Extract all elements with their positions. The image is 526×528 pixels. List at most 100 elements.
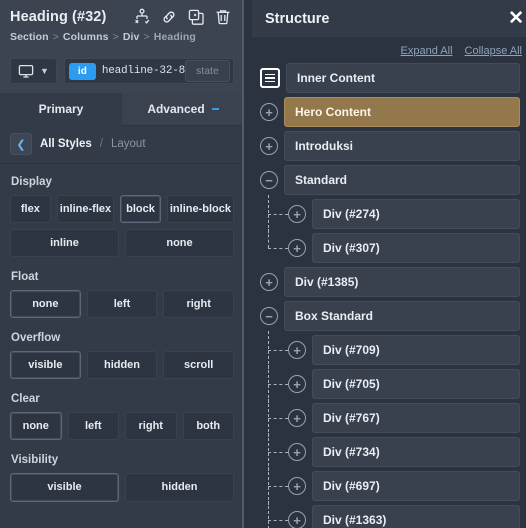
- tree-row-div-767[interactable]: + Div (#767): [252, 399, 526, 437]
- group-visibility-label: Visibility: [11, 454, 59, 467]
- tree-item-label[interactable]: Div (#274): [312, 199, 520, 229]
- tree-row-inner-content[interactable]: Inner Content: [252, 63, 526, 93]
- option-float-none[interactable]: none: [10, 290, 81, 319]
- group-clear-label: Clear: [11, 393, 40, 406]
- panel-header-actions: [133, 8, 234, 26]
- tree-item-label[interactable]: Div (#1385): [284, 267, 520, 297]
- tree-item-label[interactable]: Div (#705): [312, 369, 520, 399]
- structure-title: Structure: [265, 10, 330, 27]
- list-icon: [260, 68, 280, 88]
- option-display-none[interactable]: none: [125, 229, 234, 258]
- tree-item-label[interactable]: Inner Content: [286, 63, 520, 93]
- option-display-inline-block[interactable]: inline-block: [166, 195, 234, 224]
- option-clear-both[interactable]: both: [182, 412, 234, 441]
- tree-item-label[interactable]: Div (#709): [312, 335, 520, 365]
- expand-plus-icon[interactable]: +: [260, 137, 278, 155]
- tree-row-div-705[interactable]: + Div (#705): [252, 365, 526, 403]
- app-root: Heading (#32) Section > Columns > Div > …: [0, 0, 526, 528]
- tree-item-label[interactable]: Div (#734): [312, 437, 520, 467]
- styles-breadcrumb-current: Layout: [110, 138, 146, 150]
- tree-row-div-274[interactable]: + Div (#274): [252, 195, 526, 233]
- expand-all-button[interactable]: Expand All: [401, 45, 453, 57]
- option-clear-left[interactable]: left: [67, 412, 119, 441]
- option-overflow-scroll[interactable]: scroll: [163, 351, 235, 380]
- group-float: Float none left right: [10, 271, 235, 319]
- option-clear-right[interactable]: right: [125, 412, 177, 441]
- panel-title-row: Heading (#32): [10, 8, 234, 26]
- option-display-flex[interactable]: flex: [10, 195, 51, 224]
- breadcrumb-item-2[interactable]: Div: [123, 31, 140, 43]
- option-display-block[interactable]: block: [120, 195, 161, 224]
- chevron-down-icon: ▼: [40, 65, 49, 76]
- tree-guide: [252, 229, 300, 263]
- breadcrumb[interactable]: Section > Columns > Div > Heading: [10, 31, 234, 43]
- breadcrumb-separator: >: [112, 31, 119, 43]
- close-icon[interactable]: ✕: [504, 9, 526, 28]
- tab-primary[interactable]: Primary: [0, 93, 122, 126]
- tree-row-div-709[interactable]: + Div (#709): [252, 331, 526, 369]
- duplicate-icon[interactable]: [187, 8, 205, 26]
- tree-row-div-1363[interactable]: + Div (#1363): [252, 501, 526, 528]
- option-row: none left right both: [10, 412, 234, 441]
- option-clear-none[interactable]: none: [10, 412, 62, 441]
- link-icon[interactable]: [160, 8, 178, 26]
- group-overflow-label: Overflow: [11, 332, 61, 345]
- tree-row-div-734[interactable]: + Div (#734): [252, 433, 526, 471]
- tree-row-box-standard[interactable]: − Box Standard: [252, 301, 526, 331]
- left-panel-scrollbar[interactable]: [242, 0, 244, 528]
- option-float-left[interactable]: left: [86, 290, 158, 319]
- device-selector[interactable]: ▼: [10, 58, 57, 84]
- breadcrumb-separator: >: [143, 31, 150, 43]
- option-visibility-visible[interactable]: visible: [10, 473, 119, 502]
- breadcrumb-separator: >: [52, 31, 59, 43]
- tree-row-div-307[interactable]: + Div (#307): [252, 229, 526, 263]
- collapse-all-button[interactable]: Collapse All: [465, 45, 522, 57]
- option-overflow-visible[interactable]: visible: [10, 351, 81, 380]
- tree-item-label[interactable]: Div (#307): [312, 233, 520, 263]
- trash-icon[interactable]: [214, 8, 232, 26]
- styles-breadcrumb-row: ❮ All Styles / Layout: [0, 126, 244, 164]
- option-display-inline[interactable]: inline: [10, 229, 119, 258]
- hierarchy-icon[interactable]: [133, 8, 151, 26]
- collapse-minus-icon[interactable]: −: [260, 171, 278, 189]
- tree-row-div-697[interactable]: + Div (#697): [252, 467, 526, 505]
- option-float-right[interactable]: right: [163, 290, 235, 319]
- tree-item-label[interactable]: Box Standard: [284, 301, 520, 331]
- tab-advanced[interactable]: Advanced: [122, 93, 244, 126]
- group-overflow: Overflow visible hidden scroll: [10, 332, 235, 380]
- element-id-value[interactable]: headline-32-8: [102, 65, 185, 77]
- tree-item-label[interactable]: Standard: [284, 165, 520, 195]
- tree-guide: [252, 467, 300, 505]
- panel-divider: [244, 0, 252, 528]
- expand-plus-icon[interactable]: +: [260, 103, 278, 121]
- tree-item-label[interactable]: Div (#767): [312, 403, 520, 433]
- expand-plus-icon[interactable]: +: [260, 273, 278, 291]
- tree-row-introduksi[interactable]: + Introduksi: [252, 131, 526, 161]
- state-button[interactable]: state: [185, 60, 230, 82]
- styles-breadcrumb-root[interactable]: All Styles: [40, 138, 92, 150]
- option-display-inline-flex[interactable]: inline-flex: [56, 195, 115, 224]
- tree-row-standard[interactable]: − Standard: [252, 165, 526, 195]
- breadcrumb-item-1[interactable]: Columns: [63, 31, 109, 43]
- styles-options-scroll[interactable]: Display flex inline-flex block inline-bl…: [0, 164, 244, 528]
- option-row: flex inline-flex block inline-block: [10, 195, 234, 224]
- tree-item-label[interactable]: Div (#1363): [312, 505, 520, 528]
- structure-actions: Expand All Collapse All: [252, 37, 526, 63]
- tree-item-label[interactable]: Hero Content: [284, 97, 520, 127]
- structure-tree[interactable]: Inner Content + Hero Content + Introduks…: [252, 63, 526, 528]
- tree-item-label[interactable]: Introduksi: [284, 131, 520, 161]
- back-button[interactable]: ❮: [10, 133, 32, 155]
- tree-row-hero-content[interactable]: + Hero Content: [252, 97, 526, 127]
- group-clear: Clear none left right both: [10, 393, 234, 441]
- settings-tabs: Primary Advanced: [0, 93, 244, 126]
- tree-guide: [252, 365, 300, 403]
- element-id-field[interactable]: id headline-32-8 state: [63, 58, 234, 84]
- breadcrumb-item-3[interactable]: Heading: [154, 31, 196, 43]
- option-overflow-hidden[interactable]: hidden: [86, 351, 158, 380]
- collapse-minus-icon[interactable]: −: [260, 307, 278, 325]
- tree-item-label[interactable]: Div (#697): [312, 471, 520, 501]
- tree-row-div-1385[interactable]: + Div (#1385): [252, 267, 526, 297]
- tree-guide: [252, 331, 300, 369]
- option-visibility-hidden[interactable]: hidden: [125, 473, 234, 502]
- breadcrumb-item-0[interactable]: Section: [10, 31, 49, 43]
